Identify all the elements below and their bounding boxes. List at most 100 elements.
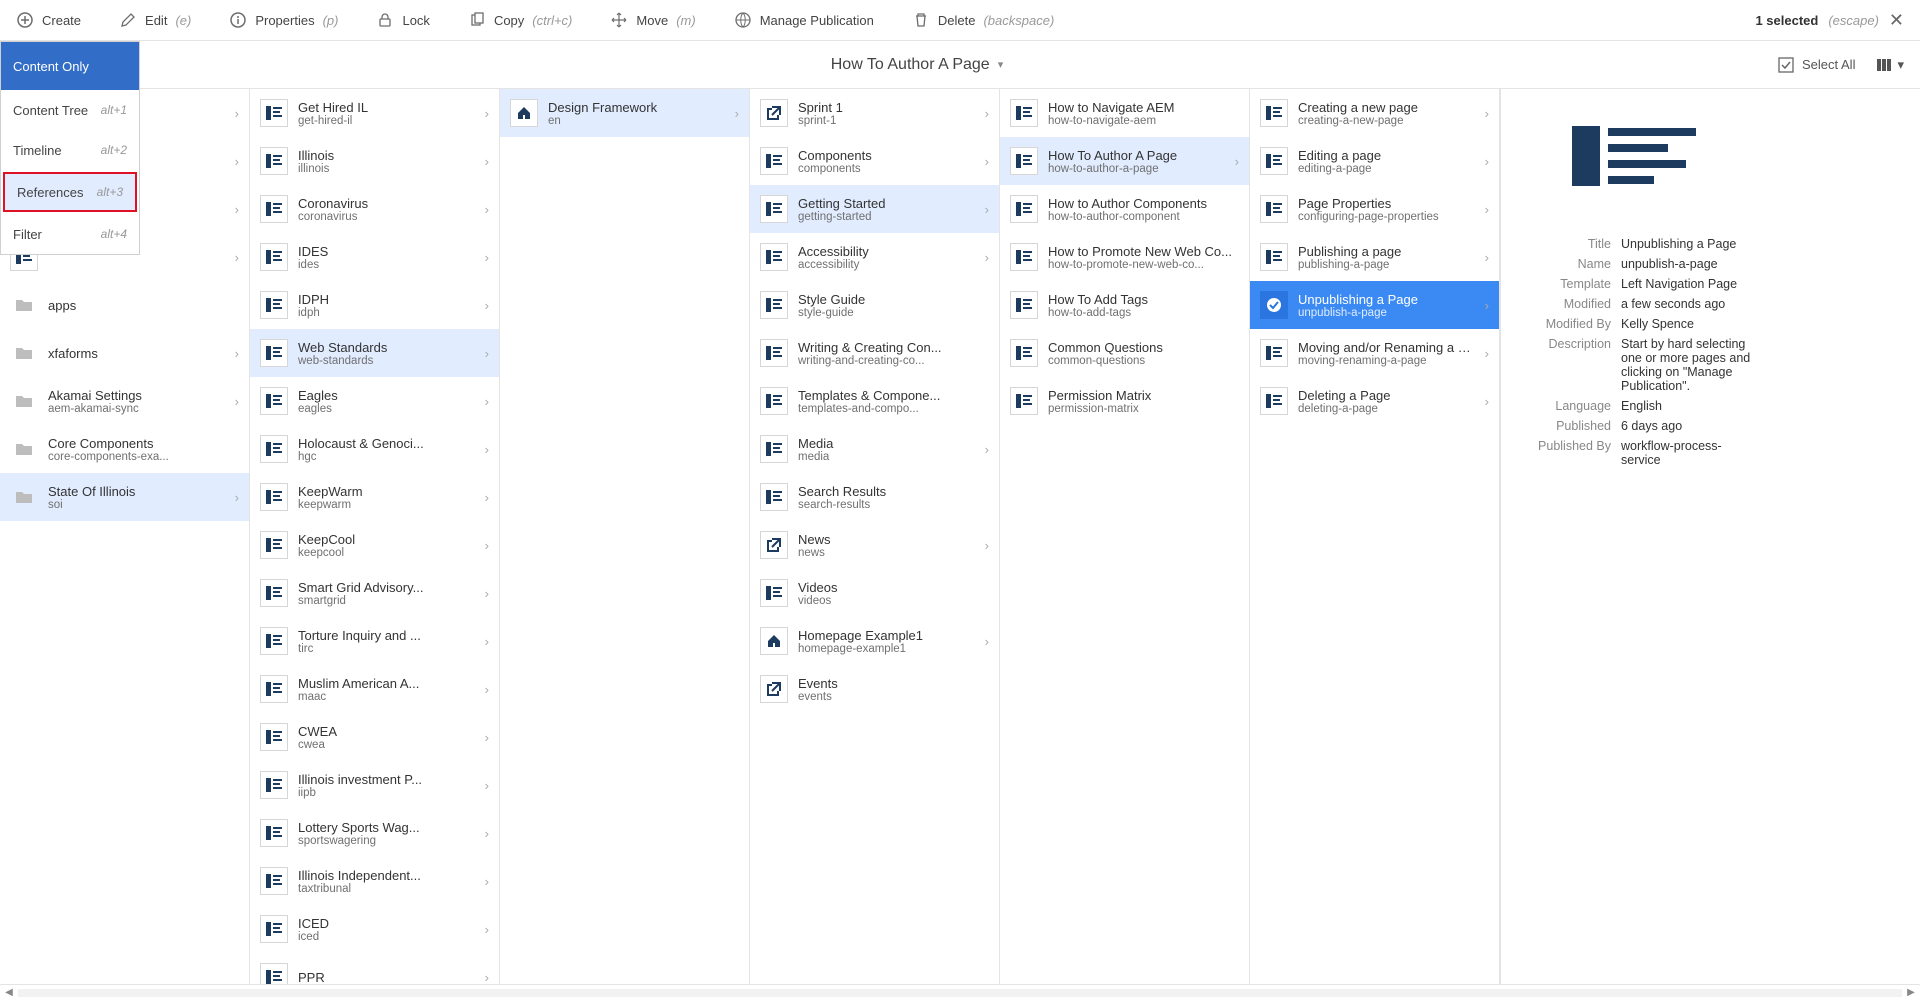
list-item[interactable]: Illinoisillinois› xyxy=(250,137,499,185)
lock-button[interactable]: Lock xyxy=(376,11,429,29)
column-4[interactable]: How to Navigate AEMhow-to-navigate-aemHo… xyxy=(1000,89,1250,984)
list-item[interactable]: Newsnews› xyxy=(750,521,999,569)
list-item[interactable]: KeepWarmkeepwarm› xyxy=(250,473,499,521)
select-all-button[interactable]: Select All xyxy=(1778,57,1855,73)
list-item[interactable]: Videosvideos xyxy=(750,569,999,617)
list-item[interactable]: Accessibilityaccessibility› xyxy=(750,233,999,281)
column-5[interactable]: Creating a new pagecreating-a-new-page›E… xyxy=(1250,89,1500,984)
list-item[interactable]: Lottery Sports Wag...sportswagering› xyxy=(250,809,499,857)
list-item[interactable]: Muslim American A...maac› xyxy=(250,665,499,713)
plus-icon xyxy=(16,11,34,29)
list-item[interactable]: Componentscomponents› xyxy=(750,137,999,185)
list-item[interactable]: Publishing a pagepublishing-a-page› xyxy=(1250,233,1499,281)
list-item[interactable]: Style Guidestyle-guide xyxy=(750,281,999,329)
list-item[interactable]: How To Author A Pagehow-to-author-a-page… xyxy=(1000,137,1249,185)
list-item[interactable]: Akamai Settingsaem-akamai-sync› xyxy=(0,377,249,425)
meta-language: English xyxy=(1621,399,1752,413)
column-1[interactable]: Get Hired ILget-hired-il›Illinoisillinoi… xyxy=(250,89,500,984)
list-item[interactable]: How To Add Tagshow-to-add-tags xyxy=(1000,281,1249,329)
list-item[interactable]: Core Componentscore-components-exa... xyxy=(0,425,249,473)
list-item[interactable]: Moving and/or Renaming a Pagemoving-rena… xyxy=(1250,329,1499,377)
item-title: Illinois xyxy=(298,148,479,163)
rail-item-timeline[interactable]: Timeline alt+2 xyxy=(1,130,139,170)
list-item[interactable]: IDESides› xyxy=(250,233,499,281)
lock-icon xyxy=(376,11,394,29)
chevron-right-icon: › xyxy=(235,250,239,265)
page-icon xyxy=(760,195,788,223)
list-item[interactable]: Common Questionscommon-questions xyxy=(1000,329,1249,377)
item-title: How to Navigate AEM xyxy=(1048,100,1239,115)
list-item[interactable]: Illinois Independent...taxtribunal› xyxy=(250,857,499,905)
page-icon xyxy=(260,147,288,175)
list-item[interactable]: How to Promote New Web Co...how-to-promo… xyxy=(1000,233,1249,281)
list-item[interactable]: Design Frameworken› xyxy=(500,89,749,137)
list-item[interactable]: Editing a pageediting-a-page› xyxy=(1250,137,1499,185)
list-item[interactable]: IDPHidph› xyxy=(250,281,499,329)
list-item[interactable]: Smart Grid Advisory...smartgrid› xyxy=(250,569,499,617)
list-item[interactable]: Unpublishing a Pageunpublish-a-page› xyxy=(1250,281,1499,329)
page-title[interactable]: How To Author A Page ▾ xyxy=(56,56,1778,74)
list-item[interactable]: Illinois investment P...iipb› xyxy=(250,761,499,809)
list-item[interactable]: Getting Startedgetting-started› xyxy=(750,185,999,233)
external-link-icon xyxy=(760,99,788,127)
list-item[interactable]: How to Navigate AEMhow-to-navigate-aem xyxy=(1000,89,1249,137)
item-subtitle: keepwarm xyxy=(298,499,479,511)
rail-item-references[interactable]: References alt+3 xyxy=(3,172,137,212)
list-item[interactable]: Search Resultssearch-results xyxy=(750,473,999,521)
list-item[interactable]: xfaforms› xyxy=(0,329,249,377)
list-item[interactable]: Get Hired ILget-hired-il› xyxy=(250,89,499,137)
item-subtitle: keepcool xyxy=(298,547,479,559)
list-item[interactable]: Templates & Compone...templates-and-comp… xyxy=(750,377,999,425)
rail-item-filter[interactable]: Filter alt+4 xyxy=(1,214,139,254)
list-item[interactable]: Coronaviruscoronavirus› xyxy=(250,185,499,233)
item-subtitle: common-questions xyxy=(1048,355,1239,367)
scroll-left-icon[interactable]: ◀ xyxy=(0,987,18,998)
list-item[interactable]: Sprint 1sprint-1› xyxy=(750,89,999,137)
list-item[interactable]: ICEDiced› xyxy=(250,905,499,953)
deselect-button[interactable]: ✕ xyxy=(1889,10,1904,31)
page-icon xyxy=(260,195,288,223)
scroll-track[interactable] xyxy=(18,989,1902,997)
list-item[interactable]: Eventsevents xyxy=(750,665,999,713)
list-item[interactable]: Writing & Creating Con...writing-and-cre… xyxy=(750,329,999,377)
create-button[interactable]: Create xyxy=(16,11,81,29)
rail-item-content-tree[interactable]: Content Tree alt+1 xyxy=(1,90,139,130)
list-item[interactable]: CWEAcwea› xyxy=(250,713,499,761)
page-icon xyxy=(260,291,288,319)
view-switcher-button[interactable]: ▾ xyxy=(1877,57,1904,73)
list-item[interactable]: Holocaust & Genoci...hgc› xyxy=(250,425,499,473)
chevron-right-icon: › xyxy=(485,874,489,889)
pencil-icon xyxy=(119,11,137,29)
list-item[interactable]: Web Standardsweb-standards› xyxy=(250,329,499,377)
list-item[interactable]: PPR› xyxy=(250,953,499,984)
list-item[interactable]: Page Propertiesconfiguring-page-properti… xyxy=(1250,185,1499,233)
copy-button[interactable]: Copy (ctrl+c) xyxy=(468,11,572,29)
properties-button[interactable]: Properties (p) xyxy=(229,11,338,29)
list-item[interactable]: Homepage Example1homepage-example1› xyxy=(750,617,999,665)
scroll-right-icon[interactable]: ▶ xyxy=(1902,987,1920,998)
column-3[interactable]: Sprint 1sprint-1›Componentscomponents›Ge… xyxy=(750,89,1000,984)
item-title: Core Components xyxy=(48,436,239,451)
item-subtitle: get-hired-il xyxy=(298,115,479,127)
delete-button[interactable]: Delete (backspace) xyxy=(912,11,1054,29)
list-item[interactable]: Deleting a Pagedeleting-a-page› xyxy=(1250,377,1499,425)
list-item[interactable]: State Of Illinoissoi› xyxy=(0,473,249,521)
edit-button[interactable]: Edit (e) xyxy=(119,11,191,29)
list-item[interactable]: Torture Inquiry and ...tirc› xyxy=(250,617,499,665)
list-item[interactable]: apps xyxy=(0,281,249,329)
manage-publication-button[interactable]: Manage Publication xyxy=(734,11,874,29)
horizontal-scrollbar[interactable]: ◀ ▶ xyxy=(0,984,1920,1000)
rail-item-content-only[interactable]: Content Only xyxy=(1,42,139,90)
list-item[interactable]: Creating a new pagecreating-a-new-page› xyxy=(1250,89,1499,137)
move-button[interactable]: Move (m) xyxy=(610,11,695,29)
list-item[interactable]: KeepCoolkeepcool› xyxy=(250,521,499,569)
list-item[interactable]: Mediamedia› xyxy=(750,425,999,473)
rail-item-shortcut: alt+1 xyxy=(101,103,127,117)
list-item[interactable]: How to Author Componentshow-to-author-co… xyxy=(1000,185,1249,233)
column-2[interactable]: Design Frameworken› xyxy=(500,89,750,984)
selection-hint: (escape) xyxy=(1828,13,1879,28)
list-item[interactable]: Eagleseagles› xyxy=(250,377,499,425)
list-item[interactable]: Permission Matrixpermission-matrix xyxy=(1000,377,1249,425)
chevron-right-icon: › xyxy=(485,442,489,457)
chevron-right-icon: › xyxy=(485,778,489,793)
